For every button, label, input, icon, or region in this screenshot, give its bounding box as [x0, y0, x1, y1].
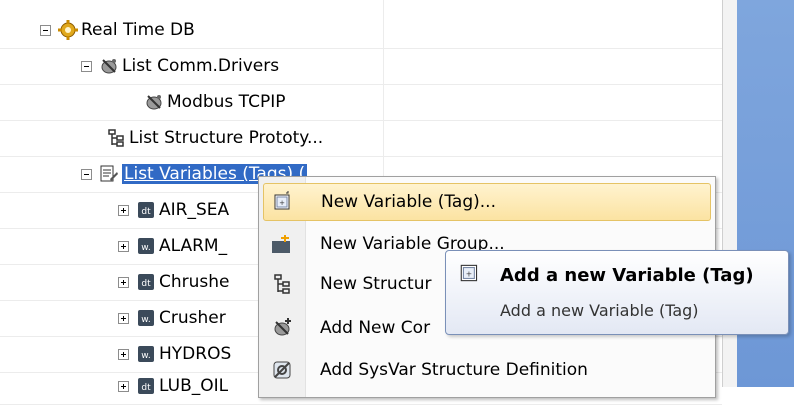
tree-node-comm-drivers[interactable]: List Comm.Drivers — [81, 48, 279, 84]
expand-icon[interactable] — [118, 312, 129, 324]
variables-list-icon — [99, 164, 119, 184]
menu-item-label: Add SysVar Structure Definition — [320, 360, 588, 380]
tree-node-structure-prototypes[interactable]: List Structure Prototy... — [106, 120, 323, 156]
word-tag-icon: w. — [136, 308, 156, 328]
svg-text:+: + — [279, 199, 285, 207]
expand-icon[interactable] — [118, 348, 129, 360]
collapse-icon[interactable] — [81, 60, 92, 72]
menu-item-label: New Variable (Tag)... — [321, 192, 496, 212]
expand-icon[interactable] — [118, 276, 129, 288]
tooltip-title: Add a new Variable (Tag) — [500, 265, 754, 286]
tree-row: Real Time DB — [0, 12, 722, 49]
new-group-icon — [263, 233, 301, 255]
svg-text:+: + — [466, 269, 472, 278]
add-driver-icon — [263, 317, 301, 339]
new-tag-icon: + — [264, 191, 302, 213]
tree-node-label: Real Time DB — [81, 20, 195, 40]
menu-item-label: New Structur — [320, 274, 432, 294]
tree-node-tag[interactable]: dt LUB_OIL — [118, 368, 228, 404]
svg-text:dt: dt — [141, 207, 151, 217]
tree-node-tag[interactable]: w. ALARM_ — [118, 228, 227, 264]
svg-text:dt: dt — [141, 279, 151, 289]
tree-node-realtime-db[interactable]: Real Time DB — [40, 12, 195, 48]
new-structure-icon — [263, 273, 301, 295]
word-tag-icon: w. — [136, 344, 156, 364]
data-tag-icon: dt — [136, 200, 156, 220]
menu-item-label: Add New Cor — [320, 318, 431, 338]
tree-node-label: Modbus TCPIP — [167, 92, 286, 112]
tree-node-modbus[interactable]: Modbus TCPIP — [144, 84, 285, 120]
tree-node-label: ALARM_ — [159, 236, 228, 256]
tooltip-body: Add a new Variable (Tag) — [500, 301, 699, 320]
tree-node-tag[interactable]: dt AIR_SEA — [118, 192, 229, 228]
tooltip: + Add a new Variable (Tag) Add a new Var… — [445, 250, 789, 335]
tree-node-tag[interactable]: w. Crusher — [118, 300, 226, 336]
structure-icon — [106, 128, 126, 148]
sysvar-icon — [263, 359, 301, 381]
tree-node-tag[interactable]: dt Chrushe — [118, 264, 230, 300]
menu-item-add-sysvar-structure[interactable]: Add SysVar Structure Definition — [263, 351, 711, 389]
expand-icon[interactable] — [118, 380, 129, 392]
new-tag-icon: + — [458, 261, 482, 290]
tree-row: List Structure Prototy... — [0, 120, 722, 157]
satellite-icon — [144, 92, 164, 112]
menu-item-new-variable[interactable]: + New Variable (Tag)... — [263, 183, 711, 221]
svg-text:dt: dt — [141, 383, 151, 393]
expand-icon[interactable] — [118, 240, 129, 252]
tree-node-label: HYDROS — [159, 344, 232, 364]
tree-node-label: AIR_SEA — [159, 200, 230, 220]
data-tag-icon: dt — [136, 272, 156, 292]
collapse-icon[interactable] — [81, 168, 92, 180]
tree-node-label: LUB_OIL — [159, 376, 229, 396]
svg-text:w.: w. — [141, 315, 150, 325]
tree-node-label: Crusher — [159, 308, 226, 328]
collapse-icon[interactable] — [40, 24, 51, 36]
tree-row: List Comm.Drivers — [0, 48, 722, 85]
tree-node-label: List Structure Prototy... — [129, 128, 324, 148]
svg-text:w.: w. — [141, 243, 150, 253]
gear-icon — [58, 20, 78, 40]
expand-icon[interactable] — [118, 204, 129, 216]
satellite-icon — [99, 56, 119, 76]
data-tag-icon: dt — [136, 376, 156, 396]
tree-node-tag[interactable]: w. HYDROS — [118, 336, 231, 372]
word-tag-icon: w. — [136, 236, 156, 256]
tree-row: Modbus TCPIP — [0, 84, 722, 121]
svg-text:w.: w. — [141, 351, 150, 361]
tree-node-label: Chrushe — [159, 272, 230, 292]
tree-node-label: List Comm.Drivers — [122, 56, 280, 76]
